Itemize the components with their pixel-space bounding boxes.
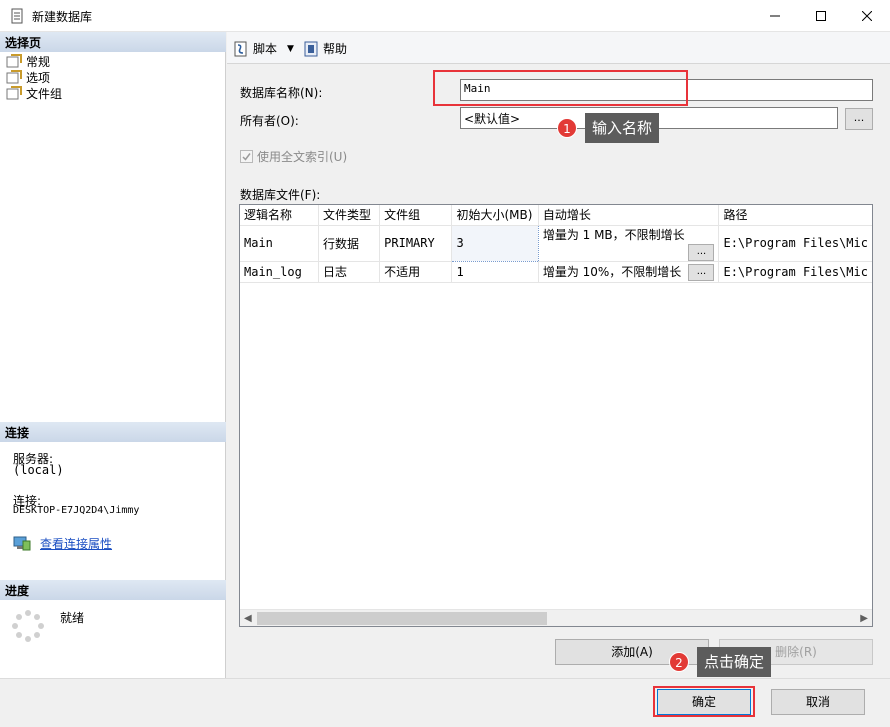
table-row[interactable]: Main_log 日志 不适用 1 增量为 10%，不限制增长... E:\Pr… (240, 261, 872, 283)
col-header-initial-size[interactable]: 初始大小(MB) (451, 205, 539, 226)
view-connection-properties-link[interactable]: 查看连接属性 (40, 535, 112, 552)
page-item-filegroups[interactable]: 文件组 (6, 85, 62, 101)
db-files-label: 数据库文件(F): (240, 188, 321, 202)
page-item-general[interactable]: 常规 (6, 53, 50, 69)
col-header-logical-name[interactable]: 逻辑名称 (240, 205, 320, 226)
cancel-button[interactable]: 取消 (771, 689, 865, 715)
autogrowth-value: 增量为 1 MB，不限制增长 (542, 227, 685, 242)
progress-spinner-icon (12, 610, 44, 642)
fulltext-checkbox-row[interactable]: 使用全文索引(U) (240, 148, 347, 165)
dropdown-arrow-icon[interactable]: ▼ (287, 44, 294, 54)
col-header-file-type[interactable]: 文件类型 (318, 205, 381, 226)
col-header-path[interactable]: 路径 (718, 205, 872, 226)
title-bar: 新建数据库 (0, 0, 890, 32)
cell-path[interactable]: E:\Program Files\Mic (718, 261, 872, 283)
cell-file-type[interactable]: 日志 (318, 261, 381, 283)
server-value: (local) (13, 463, 64, 477)
help-button[interactable]: 帮助 (303, 40, 347, 57)
page-item-label: 文件组 (26, 86, 63, 101)
minimize-icon (770, 15, 780, 17)
database-files-grid[interactable]: 逻辑名称 文件类型 文件组 初始大小(MB) 自动增长 路径 Main 行数据 … (239, 204, 873, 627)
help-icon (304, 41, 318, 56)
connection-properties-icon (13, 536, 31, 551)
progress-header: 进度 (0, 580, 226, 600)
scroll-right-icon[interactable]: ▶ (860, 613, 868, 624)
cell-logical-name[interactable]: Main_log (240, 261, 320, 283)
annotation-badge-1: 1 (557, 118, 577, 138)
owner-browse-button[interactable]: ... (845, 108, 873, 130)
close-icon (862, 11, 872, 21)
annotation-callout-2: 点击确定 (697, 647, 772, 677)
scroll-left-icon[interactable]: ◀ (244, 613, 252, 624)
cell-path[interactable]: E:\Program Files\Mic (718, 225, 872, 262)
minimize-button[interactable] (752, 0, 798, 32)
page-item-label: 常规 (26, 54, 51, 69)
database-icon (11, 8, 23, 24)
select-page-header: 选择页 (0, 32, 226, 52)
maximize-button[interactable] (798, 0, 844, 32)
maximize-icon (816, 11, 826, 21)
cell-initial-size[interactable]: 1 (451, 261, 539, 283)
script-button[interactable]: 脚本 ▼ (233, 40, 294, 57)
page-item-options[interactable]: 选项 (6, 69, 50, 85)
autogrowth-browse-button[interactable]: ... (688, 243, 715, 261)
window-title: 新建数据库 (32, 10, 93, 24)
fulltext-checkbox[interactable] (240, 150, 253, 163)
toolbar: 脚本 ▼ 帮助 (227, 32, 890, 64)
col-header-filegroup[interactable]: 文件组 (379, 205, 453, 226)
db-name-label: 数据库名称(N): (240, 86, 323, 100)
left-panel: 选择页 常规 选项 文件组 连接 服务器: (local) 连接: DESKTO… (0, 32, 226, 678)
col-header-autogrowth[interactable]: 自动增长 (538, 205, 720, 226)
cell-autogrowth[interactable]: 增量为 1 MB，不限制增长... (538, 225, 720, 262)
bottom-bar (0, 678, 890, 727)
cell-file-type[interactable]: 行数据 (318, 225, 381, 262)
page-icon (6, 70, 22, 84)
cell-autogrowth[interactable]: 增量为 10%，不限制增长... (538, 261, 720, 283)
highlight-db-name (433, 70, 688, 106)
cell-filegroup[interactable]: 不适用 (379, 261, 453, 283)
help-label: 帮助 (323, 42, 348, 56)
annotation-badge-2: 2 (669, 652, 689, 672)
cell-logical-name[interactable]: Main (240, 225, 320, 262)
horizontal-scrollbar[interactable]: ◀ ▶ (240, 609, 872, 626)
grid-header-row: 逻辑名称 文件类型 文件组 初始大小(MB) 自动增长 路径 (240, 205, 872, 226)
autogrowth-value: 增量为 10%，不限制增长 (542, 264, 682, 279)
script-icon (234, 41, 247, 56)
fulltext-label: 使用全文索引(U) (257, 150, 348, 164)
progress-status: 就绪 (60, 611, 85, 625)
annotation-callout-1: 输入名称 (585, 113, 660, 143)
autogrowth-browse-button[interactable]: ... (688, 263, 715, 281)
page-icon (6, 54, 22, 68)
highlight-ok-button (653, 686, 755, 717)
connection-value: DESKTOP-E7JQ2D4\Jimmy (13, 505, 140, 516)
connection-header: 连接 (0, 422, 226, 442)
cell-filegroup[interactable]: PRIMARY (379, 225, 453, 262)
cell-initial-size[interactable]: 3 (451, 224, 539, 262)
owner-label: 所有者(O): (240, 114, 299, 128)
script-label: 脚本 (253, 42, 278, 56)
page-item-label: 选项 (26, 70, 51, 85)
scrollbar-thumb[interactable] (257, 612, 547, 625)
page-icon (6, 86, 22, 100)
table-row[interactable]: Main 行数据 PRIMARY 3 增量为 1 MB，不限制增长... E:\… (240, 224, 872, 262)
close-button[interactable] (844, 0, 890, 32)
